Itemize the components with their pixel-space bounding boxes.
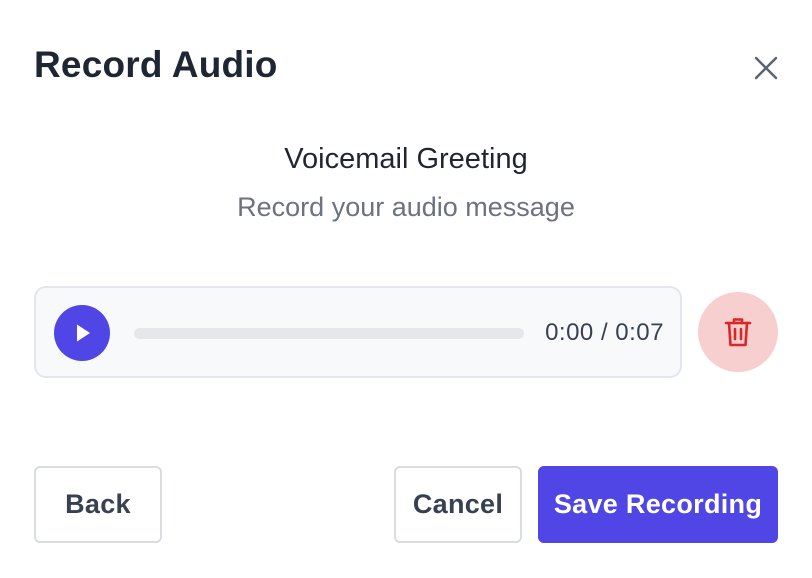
delete-recording-button[interactable]: [698, 292, 778, 372]
close-button[interactable]: [748, 50, 784, 86]
back-button[interactable]: Back: [34, 466, 162, 543]
close-icon: [754, 56, 778, 80]
play-icon: [77, 324, 90, 342]
save-recording-button[interactable]: Save Recording: [538, 466, 778, 543]
audio-player: 0:00 / 0:07: [34, 286, 682, 378]
recording-name: Voicemail Greeting: [284, 143, 528, 175]
play-button[interactable]: [54, 305, 110, 361]
trash-icon: [724, 318, 752, 347]
dialog-title: Record Audio: [34, 44, 278, 85]
recording-description: Record your audio message: [237, 192, 575, 222]
cancel-button[interactable]: Cancel: [394, 466, 522, 543]
playback-progress-bar[interactable]: [134, 328, 524, 339]
record-audio-dialog: Record Audio Voicemail Greeting Record y…: [0, 0, 812, 578]
playback-time: 0:00 / 0:07: [545, 319, 664, 346]
